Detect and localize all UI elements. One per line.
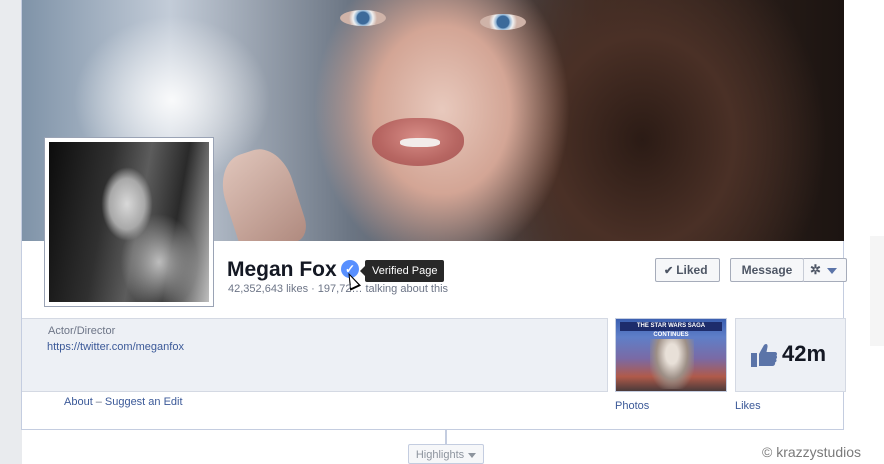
check-icon: ✔ (664, 265, 674, 277)
photos-app-thumbnail[interactable]: THE STAR WARS SAGA CONTINUES (615, 318, 727, 392)
message-label: Message (741, 263, 793, 277)
right-edge-strip (870, 236, 884, 346)
suggest-edit-link[interactable]: Suggest an Edit (105, 396, 183, 408)
message-button[interactable]: Message (730, 258, 804, 282)
gear-icon: ✲ (810, 262, 821, 277)
photos-thumbnail-banner: THE STAR WARS SAGA CONTINUES (620, 322, 722, 338)
chevron-down-icon (468, 452, 477, 458)
verified-tooltip: Verified Page (359, 260, 445, 282)
liked-button[interactable]: ✔ Liked (655, 258, 720, 282)
page-category: Actor/Director (48, 325, 116, 337)
photos-app-label[interactable]: Photos (615, 400, 649, 412)
left-gutter (0, 0, 22, 464)
likes-stat: 42,352,643 likes (228, 283, 309, 295)
thumbs-up-icon (751, 343, 778, 367)
cover-teeth (400, 138, 440, 147)
about-links: About – Suggest an Edit (64, 396, 183, 408)
link-separator: – (95, 396, 102, 408)
photos-thumbnail-figure (650, 339, 694, 389)
likes-app-label[interactable]: Likes (735, 400, 761, 412)
settings-dropdown-button[interactable]: ✲ (803, 258, 847, 282)
chevron-down-icon (826, 267, 837, 274)
profile-picture[interactable] (44, 137, 214, 307)
talking-stat: 197,72… talking about this (317, 283, 449, 295)
liked-label: Liked (676, 263, 708, 277)
highlights-label: Highlights (415, 449, 465, 461)
cover-eye-right (480, 14, 526, 30)
website-link[interactable]: https://twitter.com/meganfox (47, 341, 184, 353)
timeline-spine (445, 430, 447, 444)
page-title[interactable]: Megan Fox (227, 258, 337, 282)
cover-hand-shape (213, 141, 311, 241)
page-stats: 42,352,643 likes · 197,72… talking about t… (228, 283, 448, 295)
cover-eye-left (340, 10, 386, 26)
stat-separator: · (311, 283, 315, 295)
about-link[interactable]: About (64, 396, 93, 408)
profile-photo (49, 142, 209, 302)
highlights-dropdown[interactable]: Highlights (408, 444, 484, 464)
watermark: © krazzystudios (762, 444, 862, 460)
likes-app-count: 42m (782, 341, 827, 366)
